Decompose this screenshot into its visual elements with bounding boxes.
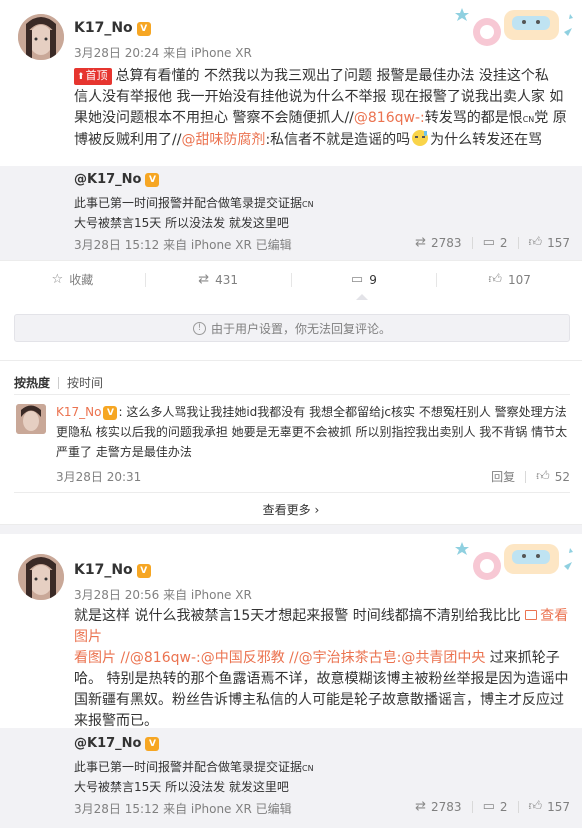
chevron-right-icon: ›: [314, 503, 320, 517]
post-meta: 3月28日 20:56 来自 iPhone XR: [74, 588, 252, 602]
repost-button[interactable]: ⇄ 431: [146, 272, 292, 287]
divider: [14, 394, 570, 395]
like-count[interactable]: 👍︎ 157: [529, 235, 571, 250]
vip-icon: V: [145, 173, 160, 187]
like-count[interactable]: 👍︎ 157: [529, 799, 571, 814]
comment-like-button[interactable]: 👍︎ 52: [536, 469, 570, 484]
comment-icon: ▭: [482, 799, 495, 814]
mention-link[interactable]: @816qw-:: [354, 110, 425, 126]
comment-sort: 按热度 按时间: [14, 374, 103, 391]
repost-block[interactable]: @K17_No V 此事已第一时间报警并配合做笔录提交证据CN 大号被禁言15天 …: [0, 166, 582, 261]
repost-count[interactable]: ⇄ 2783: [415, 235, 461, 250]
commenter-name[interactable]: K17_No: [56, 405, 101, 419]
lock-icon: !: [192, 321, 206, 335]
mention-link[interactable]: @共青团中央: [401, 650, 485, 666]
decorative-badge-icon: [455, 8, 573, 46]
repost-block[interactable]: @K17_No V 此事已第一时间报警并配合做笔录提交证据CN 大号被禁言15天 …: [0, 728, 582, 828]
like-button[interactable]: 👍︎ 107: [437, 272, 582, 287]
mention-link[interactable]: @宇治抹茶古皂:: [299, 650, 402, 666]
mention-link[interactable]: @甜味防腐剂: [181, 132, 265, 148]
repost-author[interactable]: @K17_No V: [74, 736, 160, 751]
favorite-button[interactable]: ☆ 收藏: [0, 272, 146, 287]
repost-text: 大号被禁言15天 所以没法发 就发这里吧: [74, 780, 289, 794]
comment-count[interactable]: ▭ 2: [483, 235, 508, 250]
reply-restricted-notice: ! 由于用户设置，你无法回复评论。: [14, 314, 570, 342]
sort-by-time-tab[interactable]: 按时间: [67, 374, 103, 391]
decorative-badge-icon: [455, 542, 573, 580]
pointer-caret: [356, 294, 368, 300]
vip-icon: V: [145, 737, 160, 751]
post-meta: 3月28日 20:24 来自 iPhone XR: [74, 46, 252, 60]
author-name[interactable]: K17_No V: [74, 562, 151, 578]
mention-link[interactable]: @816qw-:: [130, 650, 201, 666]
like-icon: 👍︎: [528, 235, 543, 250]
sweat-emoji-icon: [412, 130, 429, 146]
reply-button[interactable]: 回复: [491, 468, 515, 485]
see-more-link[interactable]: 查看更多 ›: [0, 501, 582, 518]
post-body: 就是这样 说什么我被禁言15天才想起来报警 时间线都搞不清别给我比比 查看图片 …: [74, 608, 569, 729]
repost-meta: 3月28日 15:12 来自 iPhone XR 已编辑: [74, 238, 292, 252]
comment-body: K17_No V: 这么多人骂我让我挂她id我都没有 我想全都留给jc核实 不想冤…: [56, 405, 568, 459]
repost-text: 此事已第一时间报警并配合做笔录提交证据CN: [74, 196, 314, 210]
feed-separator: [0, 524, 582, 534]
sort-by-hot-tab[interactable]: 按热度: [14, 374, 50, 391]
comment-count[interactable]: ▭ 2: [483, 799, 508, 814]
like-icon: 👍︎: [488, 272, 502, 287]
image-icon: [525, 610, 538, 620]
like-icon: 👍︎: [528, 799, 543, 814]
author-avatar[interactable]: [18, 554, 64, 600]
action-bar: ☆ 收藏 ⇄ 431 ▭ 9 👍︎ 107: [0, 260, 582, 298]
repost-text: 此事已第一时间报警并配合做笔录提交证据CN: [74, 760, 314, 774]
repost-stats: ⇄ 2783 ▭ 2 👍︎ 157: [415, 235, 570, 250]
repost-count[interactable]: ⇄ 2783: [415, 799, 461, 814]
divider: [14, 492, 570, 493]
comment-icon: ▭: [350, 272, 364, 287]
author-name[interactable]: K17_No V: [74, 20, 151, 36]
top-tag: ⬆首顶: [74, 68, 112, 85]
repost-text: 大号被禁言15天 所以没法发 就发这里吧: [74, 216, 289, 230]
divider: [0, 360, 582, 361]
view-image-link-cont[interactable]: 看图片 //: [74, 650, 130, 666]
mention-link[interactable]: @中国反邪教: [201, 650, 285, 666]
like-icon: 👍︎: [536, 469, 550, 484]
repost-meta: 3月28日 15:12 来自 iPhone XR 已编辑: [74, 802, 292, 816]
repost-icon: ⇄: [198, 272, 210, 287]
repost-icon: ⇄: [415, 235, 427, 250]
comment-actions: 回复 👍︎ 52: [491, 468, 570, 485]
vip-icon: V: [103, 406, 118, 420]
comment-icon: ▭: [482, 235, 495, 250]
repost-stats: ⇄ 2783 ▭ 2 👍︎ 157: [415, 799, 570, 814]
repost-icon: ⇄: [415, 799, 427, 814]
comment-button[interactable]: ▭ 9: [292, 272, 438, 287]
vip-icon: V: [136, 564, 151, 578]
post-body: ⬆首顶 总算有看懂的 不然我以为我三观出了问题 报警是最佳办法 没挂这个私 信人没…: [74, 68, 567, 148]
author-avatar[interactable]: [18, 14, 64, 60]
comment-meta: 3月28日 20:31: [56, 470, 142, 484]
repost-author[interactable]: @K17_No V: [74, 172, 160, 187]
commenter-avatar[interactable]: [16, 404, 46, 434]
vip-icon: V: [136, 22, 151, 36]
star-icon: ☆: [51, 272, 64, 287]
